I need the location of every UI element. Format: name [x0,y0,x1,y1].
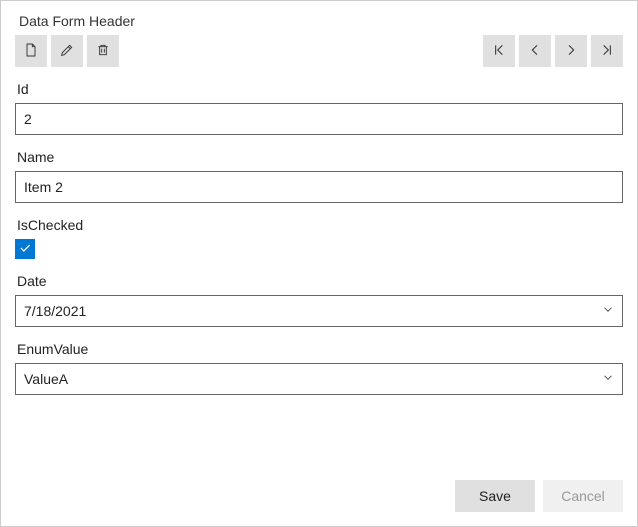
prev-button[interactable] [519,35,551,67]
first-button[interactable] [483,35,515,67]
id-input[interactable] [15,103,623,135]
date-picker[interactable]: 7/18/2021 [15,295,623,327]
chevron-first-icon [491,42,507,61]
ischecked-label: IsChecked [15,217,623,233]
check-icon [18,241,32,258]
ischecked-checkbox[interactable] [15,239,35,259]
date-value: 7/18/2021 [24,303,86,319]
cancel-button[interactable]: Cancel [543,480,623,512]
data-form-window: Data Form Header [0,0,638,527]
last-button[interactable] [591,35,623,67]
field-date: Date 7/18/2021 [15,273,623,327]
chevron-last-icon [599,42,615,61]
next-button[interactable] [555,35,587,67]
enumvalue-label: EnumValue [15,341,623,357]
field-name: Name [15,149,623,203]
edit-button[interactable] [51,35,83,67]
id-label: Id [15,81,623,97]
chevron-left-icon [527,42,543,61]
field-id: Id [15,81,623,135]
enumvalue-select[interactable]: ValueA [15,363,623,395]
save-button[interactable]: Save [455,480,535,512]
pencil-icon [59,42,75,61]
date-label: Date [15,273,623,289]
delete-button[interactable] [87,35,119,67]
new-button[interactable] [15,35,47,67]
name-input[interactable] [15,171,623,203]
edit-buttons [15,35,119,67]
document-icon [23,42,39,61]
chevron-right-icon [563,42,579,61]
toolbar [15,35,623,67]
field-ischecked: IsChecked [15,217,623,259]
field-enumvalue: EnumValue ValueA [15,341,623,395]
name-label: Name [15,149,623,165]
footer-buttons: Save Cancel [455,480,623,512]
nav-buttons [483,35,623,67]
form-header-title: Data Form Header [15,9,623,35]
enumvalue-value: ValueA [24,371,68,387]
trash-icon [95,42,111,61]
